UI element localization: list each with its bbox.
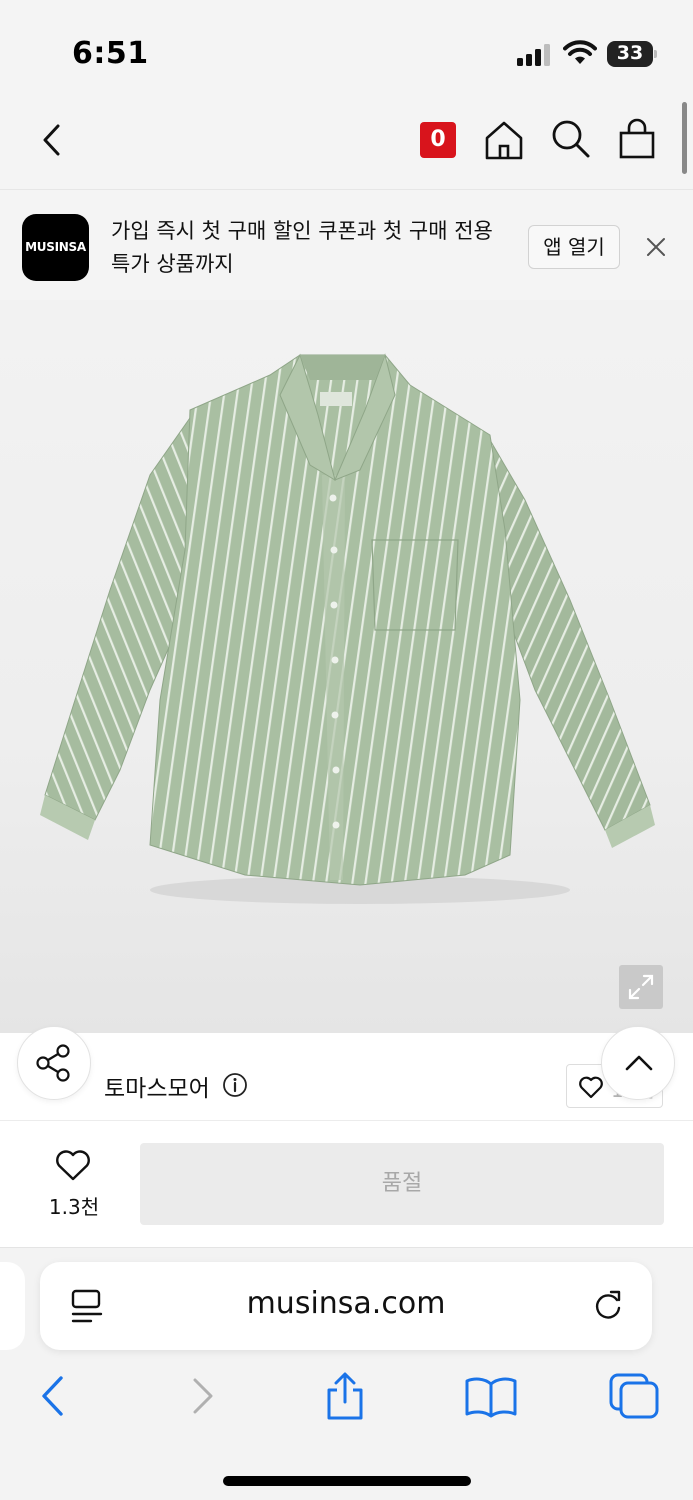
expand-icon[interactable] <box>619 965 663 1009</box>
wifi-icon <box>563 40 597 64</box>
status-bar: 6:51 33 <box>0 0 693 92</box>
app-install-banner: MUSINSA 가입 즉시 첫 구매 할인 쿠폰과 첫 구매 전용 특가 상품까… <box>0 190 693 300</box>
back-arrow-icon[interactable] <box>36 1372 70 1420</box>
banner-message: 가입 즉시 첫 구매 할인 쿠폰과 첫 구매 전용 특가 상품까지 <box>111 219 493 276</box>
browser-toolbar: musinsa.com <box>0 1248 693 1500</box>
open-app-button[interactable]: 앱 열기 <box>528 225 620 269</box>
scroll-indicator <box>682 102 687 174</box>
musinsa-logo: MUSINSA <box>22 214 89 281</box>
tabs-icon[interactable] <box>608 1372 660 1420</box>
brand-row: 토마스모어 11만 <box>0 1033 693 1121</box>
share-icon <box>36 1044 70 1082</box>
search-icon[interactable] <box>550 118 592 160</box>
forward-arrow-icon[interactable] <box>186 1372 220 1420</box>
top-nav: 0 <box>0 92 693 190</box>
scroll-to-top-button[interactable] <box>601 1026 675 1100</box>
share-button[interactable] <box>17 1026 91 1100</box>
wishlist-count: 1.3천 <box>48 1195 100 1219</box>
home-indicator <box>223 1476 471 1486</box>
share-icon[interactable] <box>322 1372 368 1420</box>
cart-count-badge[interactable]: 0 <box>420 122 456 158</box>
url-text: musinsa.com <box>246 1286 446 1321</box>
chevron-left-icon[interactable] <box>34 120 70 160</box>
close-icon[interactable] <box>643 234 669 260</box>
product-image[interactable] <box>0 300 693 1033</box>
reload-icon[interactable] <box>590 1286 626 1324</box>
bookmarks-icon[interactable] <box>464 1372 518 1420</box>
purchase-bar: 1.3천 품절 <box>0 1121 693 1248</box>
sold-out-button[interactable]: 품절 <box>140 1143 664 1225</box>
info-icon[interactable] <box>222 1072 248 1098</box>
chevron-up-icon <box>625 1055 653 1071</box>
previous-tab-preview[interactable] <box>0 1262 25 1350</box>
battery-icon: 33 <box>607 41 657 67</box>
shopping-bag-icon[interactable] <box>616 118 658 160</box>
heart-icon <box>579 1076 603 1099</box>
striped-shirt-image <box>40 353 655 904</box>
battery-level: 33 <box>616 42 644 64</box>
signal-icon <box>517 44 550 66</box>
home-icon[interactable] <box>482 118 526 162</box>
address-bar[interactable]: musinsa.com <box>40 1262 652 1350</box>
status-time: 6:51 <box>72 36 149 71</box>
wishlist-heart-icon[interactable] <box>54 1148 92 1182</box>
brand-name[interactable]: 토마스모어 <box>104 1069 210 1103</box>
